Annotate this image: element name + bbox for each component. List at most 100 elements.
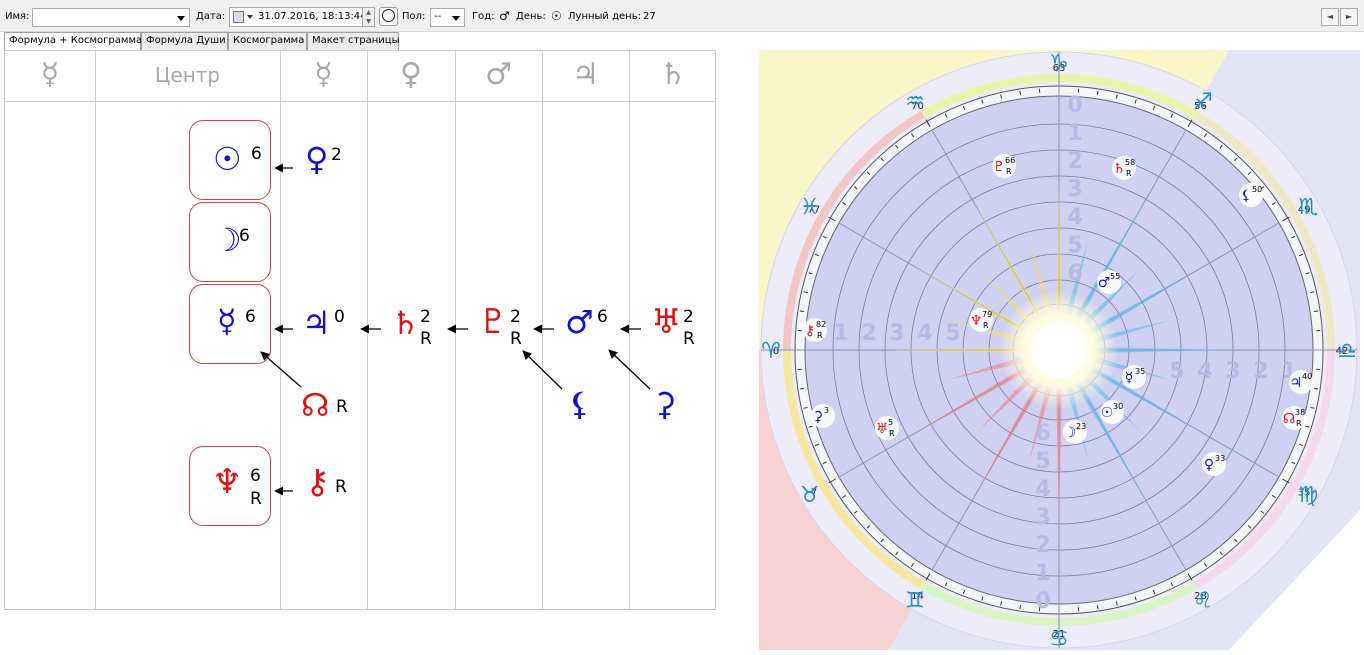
chevron-down-icon[interactable] [452,16,460,21]
ring-number: 0 [1067,93,1082,118]
ring-number: 1 [833,321,848,346]
ring-number: 5 [1169,359,1184,384]
mercury-icon: ☿ [217,302,237,340]
planet-degree: 55 [1110,272,1120,281]
calendar-icon[interactable] [233,11,244,23]
ring-number: 4 [1067,205,1082,230]
chiron-icon: ⚷ [305,462,330,502]
tick [799,387,804,390]
ring-number: 5 [945,321,960,346]
pluto-retro: R [510,329,522,349]
planet-icon: ♇ [993,159,1006,175]
zodiac-icon: ♒ [905,90,925,115]
formula-panel: ☿ Центр ☿ ♀ ♂ ♃ ♄ ☉ 6 ☽ 6 ☿ 6 ♆ 6 R ♀ 2 … [4,50,716,610]
planet-degree: 82 [816,320,826,329]
ring-number: 1 [1035,561,1050,586]
day-label: День: [516,11,546,22]
planet-degree: 38 [1295,408,1305,417]
spin-down-icon[interactable]: ▼ [363,17,374,26]
tab-page-layout[interactable]: Макет страницы [307,32,400,50]
date-picker[interactable]: 31.07.2016, 18:13:44 ▲ ▼ [229,7,375,27]
neptune-icon: ♆ [212,462,243,502]
planet-icon: ☿ [1125,370,1134,386]
planet-degree: 33 [1215,454,1225,463]
tick [1096,605,1099,610]
year-label: Год: [472,11,495,22]
header-jupiter-icon: ♃ [572,57,599,92]
planet-retro: R [889,429,895,438]
ring-number: 3 [1067,177,1082,202]
zodiac-icon: ♏ [1299,195,1319,220]
planet-icon: ♅ [876,421,889,437]
zodiac-icon: ♋ [1049,627,1069,650]
planet-degree: 66 [1005,156,1015,165]
tab-soul-formula[interactable]: Формула Души [141,32,228,50]
planet-retro: R [1126,169,1132,178]
chevron-down-icon[interactable] [247,15,253,19]
tab-formula-cosmogram[interactable]: Формула + Космограмма [4,32,142,51]
planet-icon: ♄ [1113,161,1126,177]
header-center: Центр [154,63,221,87]
planet-icon: ☽ [1064,425,1077,441]
venus-icon: ♀ [305,140,329,178]
planet-degree: 30 [1113,402,1123,411]
ring-number: 4 [1035,477,1050,502]
date-label: Дата: [196,11,226,22]
header-venus-icon: ♀ [400,57,422,92]
header-mercury-icon: ☿ [314,57,333,92]
tab-cosmogram[interactable]: Космограмма [228,32,307,50]
ring-number: 3 [1035,505,1050,530]
tick [1314,310,1319,313]
pluto-icon: ♇ [478,302,509,342]
zodiac-icon: ♈ [761,339,781,364]
date-value[interactable]: 31.07.2016, 18:13:44 [258,11,367,22]
ring-number: 5 [1035,449,1050,474]
uranus-retro: R [683,329,695,349]
tick [1314,387,1319,390]
neptune-retro: R [250,489,262,509]
date-spinner[interactable]: ▲ ▼ [362,8,374,26]
tick [1019,605,1022,610]
planet-degree: 35 [1135,367,1145,376]
planet-icon: ♂ [1098,275,1111,291]
gender-combobox[interactable]: -- [430,8,465,27]
lunar-day-value: 27 [643,11,656,22]
planet-degree: 50 [1252,185,1262,194]
planet-degree: 40 [1302,372,1312,381]
nav-prev-button[interactable]: ◄ [1321,8,1339,26]
chevron-down-icon[interactable] [177,16,185,21]
ring-number: 6 [1035,421,1050,446]
selena-icon: ⚳ [653,385,677,423]
zodiac-icon: ♊ [905,588,925,613]
zodiac-icon: ♐ [1193,90,1213,115]
globe-icon [382,9,395,22]
ring-number: 2 [1035,533,1050,558]
year-mars-icon: ♂ [499,9,510,23]
ring-number: 2 [1253,359,1268,384]
mars-icon: ♂ [565,303,594,341]
ring-number: 5 [1067,233,1082,258]
planet-degree: 5 [888,418,893,427]
cosmogram-svg: 6356494235282114707770♑♐♏♎♍♌♋♊♉♈♓♒ 012345… [759,50,1360,652]
planet-retro: R [1296,419,1302,428]
nav-next-button[interactable]: ► [1340,8,1358,26]
tick [1096,90,1099,95]
planet-degree: 23 [1076,422,1086,431]
zodiac-icon: ♓ [800,195,820,220]
uranus-icon: ♅ [651,302,682,342]
neptune-power: 6 [250,466,261,486]
globe-button[interactable] [379,7,398,26]
name-combobox[interactable] [32,8,190,27]
spin-up-icon[interactable]: ▲ [363,8,374,17]
gender-label: Пол: [402,11,426,22]
planet-icon: ☊ [1283,411,1295,427]
header-mars-icon: ♂ [485,57,512,92]
ring-number: 0 [1035,589,1050,614]
planet-icon: ♀ [1204,457,1214,473]
ring-number: 3 [1225,359,1240,384]
ring-number: 1 [1067,121,1082,146]
moon-icon: ☽ [213,221,242,259]
arrow-layer [260,163,651,496]
planet-retro: R [983,321,989,330]
venus-power: 2 [331,145,342,165]
